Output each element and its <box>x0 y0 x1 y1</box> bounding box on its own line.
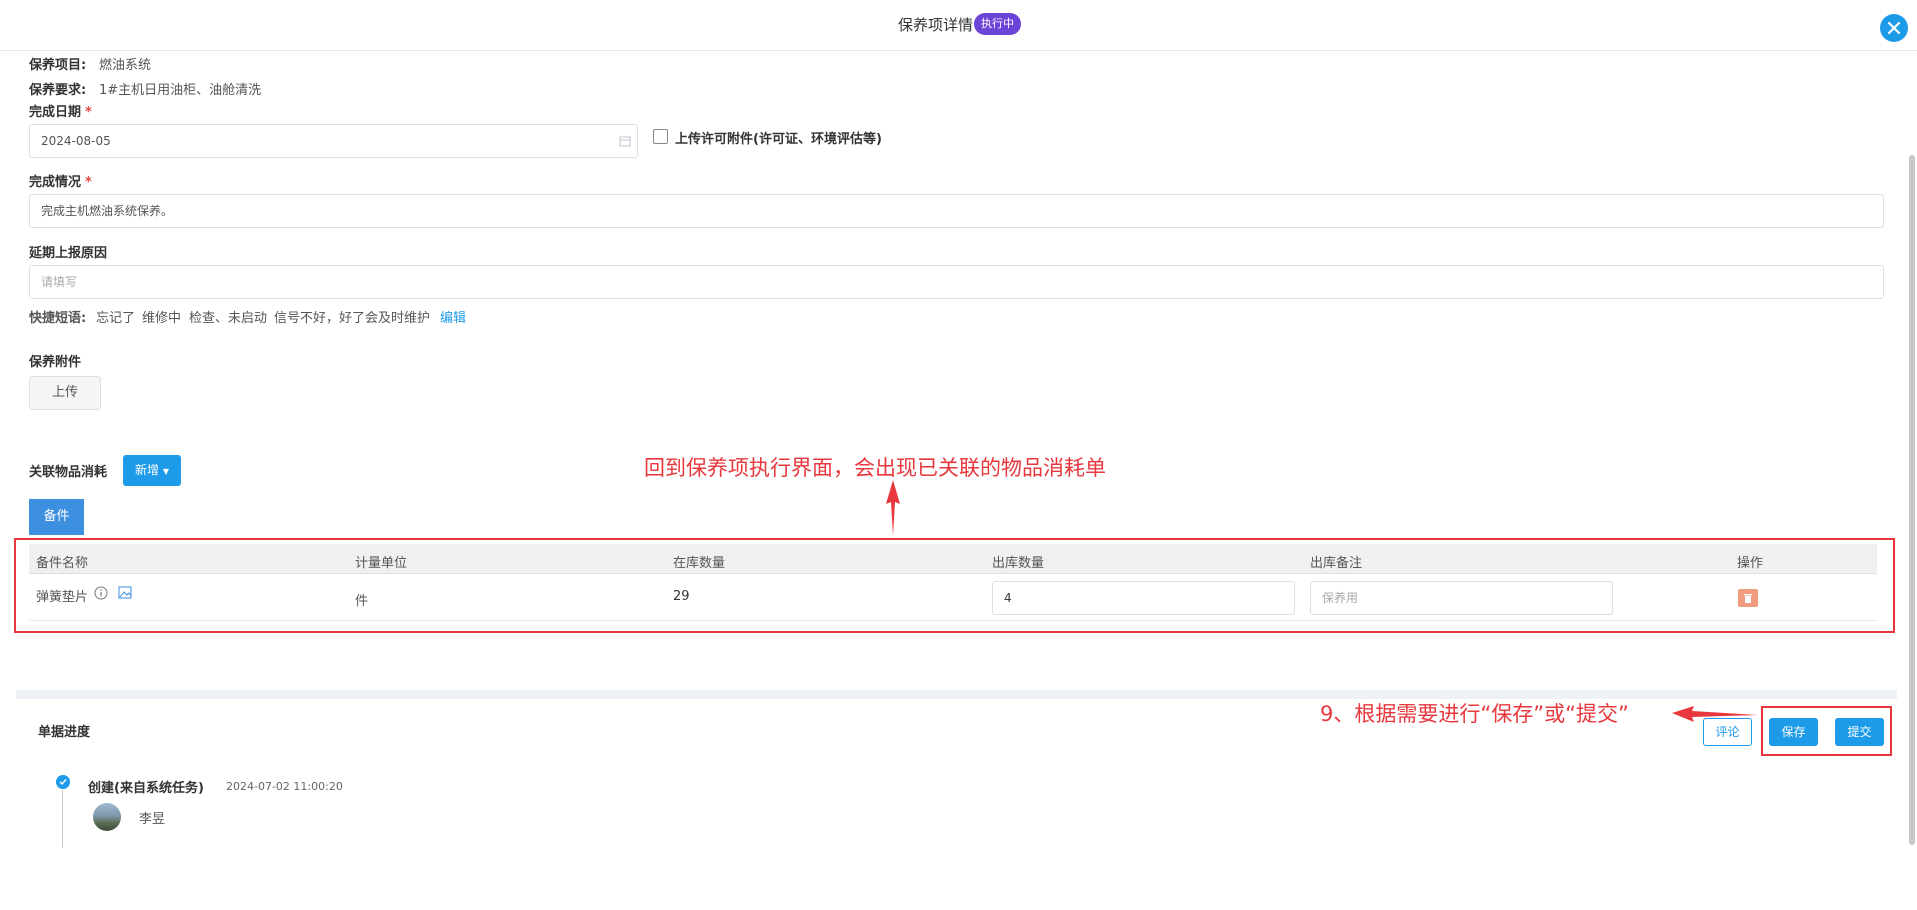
avatar <box>93 803 121 831</box>
timeline-entry-title: 创建(来自系统任务) <box>88 781 204 796</box>
dialog-title: 保养项详情 <box>898 16 974 34</box>
close-icon <box>1887 21 1901 35</box>
phrase-item[interactable]: 维修中 <box>142 307 181 326</box>
date-label-group: 完成日期 * <box>29 101 92 120</box>
completion-date-value: 2024-08-05 <box>41 134 111 148</box>
requirement-value: 1#主机日用油柜、油舱清洗 <box>99 83 262 98</box>
required-mark: * <box>85 105 92 120</box>
check-circle-icon <box>56 775 70 789</box>
completion-status-input[interactable]: 完成主机燃油系统保养。 <box>29 194 1884 228</box>
add-button-label: 新增 <box>135 463 160 477</box>
add-dropdown-button[interactable]: 新增 ▼ <box>123 455 181 486</box>
upload-permit-checkbox[interactable] <box>653 129 668 144</box>
timeline-entry-user: 李昱 <box>139 812 166 827</box>
completion-date-input[interactable]: 2024-08-05 <box>29 124 638 158</box>
progress-title: 单据进度 <box>38 725 91 740</box>
annotation-arrow-up <box>886 480 900 536</box>
annotation-text-bottom: 9、根据需要进行“保存”或“提交” <box>1320 702 1629 726</box>
caret-down-icon: ▼ <box>162 467 169 476</box>
calendar-icon <box>619 136 631 147</box>
save-button[interactable]: 保存 <box>1769 718 1818 746</box>
required-mark: * <box>85 175 92 190</box>
date-label: 完成日期 <box>29 105 82 120</box>
item-value: 燃油系统 <box>99 58 152 73</box>
status-badge: 执行中 <box>974 13 1021 35</box>
tab-parts[interactable]: 备件 <box>29 499 84 535</box>
phrase-item[interactable]: 信号不好，好了会及时维护 <box>274 307 430 326</box>
upload-permit-label: 上传许可附件(许可证、环境评估等) <box>675 132 882 147</box>
requirement-label: 保养要求: <box>29 83 87 98</box>
submit-button[interactable]: 提交 <box>1835 718 1884 746</box>
attachment-label: 保养附件 <box>29 355 82 370</box>
upload-button[interactable]: 上传 <box>29 376 101 410</box>
timeline-entry-time: 2024-07-02 11:00:20 <box>226 780 343 793</box>
delay-label: 延期上报原因 <box>29 246 108 261</box>
consumption-title: 关联物品消耗 <box>29 465 108 480</box>
dialog-header: 保养项详情 执行中 <box>0 0 1917 51</box>
scrollbar[interactable] <box>1909 155 1915 845</box>
phrase-item[interactable]: 检查、未启动 <box>189 307 267 326</box>
item-label: 保养项目: <box>29 58 87 73</box>
completion-status-value: 完成主机燃油系统保养。 <box>41 204 174 218</box>
close-button[interactable] <box>1880 14 1908 42</box>
annotation-text-top: 回到保养项执行界面，会出现已关联的物品消耗单 <box>644 456 1106 480</box>
phrase-item[interactable]: 忘记了 <box>96 307 135 326</box>
timeline-line <box>62 790 63 848</box>
phrases-label: 快捷短语: <box>29 311 87 326</box>
annotation-highlight-table <box>14 538 1895 633</box>
delay-reason-input[interactable]: 请填写 <box>29 265 1884 299</box>
status-label-group: 完成情况 * <box>29 171 92 190</box>
edit-phrases-link[interactable]: 编辑 <box>440 307 466 326</box>
status-label: 完成情况 <box>29 175 82 190</box>
comment-button[interactable]: 评论 <box>1703 718 1752 746</box>
delay-reason-placeholder: 请填写 <box>41 275 78 289</box>
